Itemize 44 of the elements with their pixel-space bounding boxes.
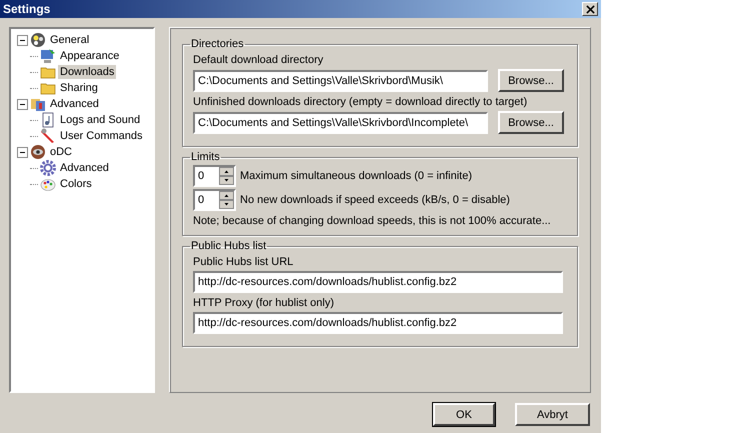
- eye-icon: [30, 144, 46, 160]
- group-title: Public Hubs list: [190, 240, 268, 252]
- dialog-button[interactable]: Avbryt: [515, 403, 590, 426]
- group-title: Directories: [190, 38, 245, 50]
- collapse-box[interactable]: [17, 98, 28, 110]
- window-title: Settings: [3, 2, 50, 16]
- input-field[interactable]: http://dc-resources.com/downloads/hublist.config.bz2: [193, 312, 563, 334]
- field-label: Default download directory: [193, 54, 324, 66]
- field-label: Unfinished downloads directory (empty = download directly to target): [193, 96, 528, 108]
- tree-item[interactable]: Advanced: [48, 97, 101, 111]
- tree-item[interactable]: Advanced: [58, 161, 111, 175]
- input-field[interactable]: C:\Documents and Settings\Valle\Skrivbord\Musik\: [193, 70, 488, 92]
- input-field[interactable]: C:\Documents and Settings\Valle\Skrivbord\Incomplete\: [193, 112, 488, 134]
- close-icon: [586, 4, 594, 14]
- dialog-button[interactable]: OK: [433, 403, 495, 426]
- folders-icon: [30, 96, 46, 112]
- monitor-icon: [40, 48, 56, 64]
- tree-item[interactable]: User Commands: [58, 129, 145, 143]
- gear-icon: [40, 160, 56, 176]
- note-text: Note; because of changing download speeds, this is not 100% accurate...: [193, 215, 552, 227]
- spinner-field[interactable]: 0: [193, 165, 236, 187]
- spinner-label: Maximum simultaneous downloads (0 = infinite): [240, 170, 472, 182]
- ball-icon: [30, 32, 46, 48]
- spinner-label: No new downloads if speed exceeds (kB/s, 0 = disable): [240, 194, 510, 206]
- group-title: Limits: [190, 151, 221, 163]
- tree-item[interactable]: oDC: [48, 145, 74, 159]
- browse-button[interactable]: Browse...: [498, 69, 564, 92]
- tree-item[interactable]: Colors: [58, 177, 94, 191]
- input-field[interactable]: http://dc-resources.com/downloads/hublist.config.bz2: [193, 271, 563, 293]
- tree-item[interactable]: Sharing: [58, 81, 100, 95]
- tree-item[interactable]: General: [48, 33, 92, 47]
- spinner-field[interactable]: 0: [193, 189, 236, 211]
- browse-button[interactable]: Browse...: [498, 111, 564, 134]
- wrench-icon: [40, 128, 56, 144]
- collapse-box[interactable]: [17, 34, 28, 46]
- tree-item[interactable]: Logs and Sound: [58, 113, 142, 127]
- field-label: Public Hubs list URL: [193, 256, 294, 268]
- tree-item[interactable]: Appearance: [58, 49, 122, 63]
- palette-icon: [40, 176, 56, 192]
- document-icon: [40, 112, 56, 128]
- field-label: HTTP Proxy (for hublist only): [193, 297, 336, 309]
- tree-item[interactable]: Downloads: [58, 65, 116, 79]
- collapse-box[interactable]: [17, 146, 28, 158]
- close-button[interactable]: [582, 2, 598, 16]
